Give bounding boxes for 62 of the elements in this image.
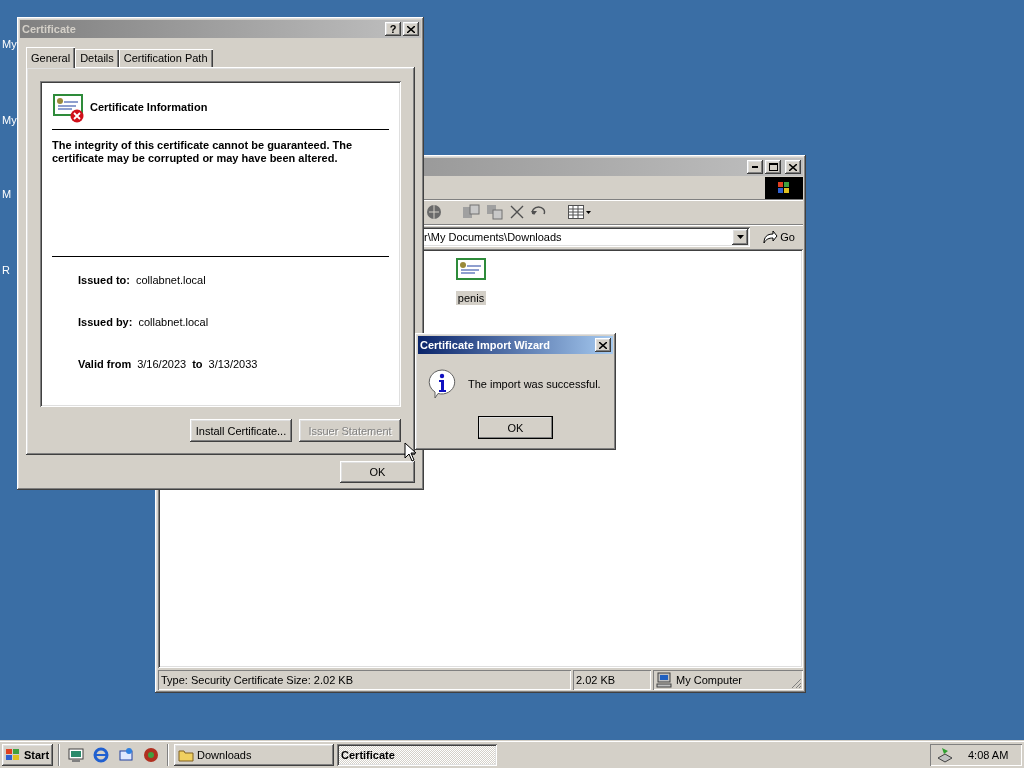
field-label: Issued by: (78, 316, 133, 328)
dropdown-button[interactable] (732, 229, 749, 245)
field-value: 3/16/2023 (137, 358, 187, 370)
close-icon (789, 163, 797, 171)
delete-icon[interactable] (510, 205, 524, 219)
warning-message: The integrity of this certificate cannot be guaranteed. The certificate may be corrupted or may have been altered. (52, 139, 354, 165)
arrow-icon (762, 229, 779, 245)
close-button[interactable] (595, 338, 611, 352)
close-icon (407, 25, 415, 33)
status-size: 2.02 KB (573, 670, 651, 690)
title-bar: Certificate ? (20, 20, 421, 38)
desktop-icon[interactable] (68, 747, 85, 763)
status-zone: My Computer (653, 670, 803, 690)
title-bar: Certificate Import Wizard (418, 336, 613, 354)
close-button[interactable] (403, 22, 419, 36)
desktop-icon-label[interactable]: R (2, 264, 10, 276)
field-value: 3/13/2033 (208, 358, 258, 370)
field-label: Issued to: (78, 274, 130, 286)
dialog-button[interactable]: Install Certificate... (190, 419, 292, 442)
caret-icon (736, 235, 744, 239)
file-name[interactable]: penis (455, 291, 487, 305)
close-button[interactable] (785, 160, 801, 174)
field-value: collabnet.local (138, 316, 209, 328)
globe-icon[interactable] (426, 204, 442, 220)
desktop-icon-label[interactable]: My (2, 38, 17, 50)
certificate-error-icon (52, 91, 84, 123)
views-icon[interactable] (568, 205, 592, 219)
cursor-icon (404, 442, 416, 462)
resize-grip[interactable] (791, 678, 802, 689)
folder-icon (178, 748, 195, 762)
desktop-icon-label[interactable]: My (2, 114, 17, 126)
close-icon (599, 341, 607, 349)
help-button[interactable]: ? (385, 22, 401, 36)
windows-logo (765, 176, 803, 199)
taskbar-button[interactable]: Certificate (337, 744, 498, 766)
field-label: Valid from (78, 358, 132, 370)
maximize-button[interactable] (765, 160, 781, 174)
field-label: to (192, 358, 203, 370)
field-value: collabnet.local (135, 274, 206, 286)
tab[interactable]: Details (75, 49, 119, 67)
tab[interactable]: Certification Path (118, 49, 213, 67)
minimize-icon (752, 166, 758, 168)
computer-icon (656, 672, 672, 688)
mail-icon[interactable] (118, 747, 135, 763)
message-text: The import was successful. (468, 378, 601, 390)
clock: 4:08 AM (968, 749, 1009, 761)
section-heading: Certificate Information (90, 101, 208, 113)
minimize-button[interactable] (747, 160, 763, 174)
browser-icon[interactable] (93, 747, 110, 763)
windows-logo-icon (5, 748, 21, 762)
go-button[interactable]: Go (758, 229, 799, 245)
taskbar-button[interactable]: Downloads (174, 744, 335, 766)
start-button[interactable]: Start (2, 744, 54, 766)
ok-button[interactable]: OK (340, 461, 415, 483)
tab[interactable]: General (26, 47, 76, 68)
ok-button[interactable]: OK (478, 416, 553, 439)
media-player-icon[interactable] (143, 747, 160, 763)
network-icon[interactable] (936, 747, 954, 763)
desktop-icon-label[interactable]: M (2, 188, 12, 200)
info-icon (426, 368, 458, 400)
status-text: Type: Security Certificate Size: 2.02 KB (158, 670, 571, 690)
maximize-icon (768, 163, 778, 171)
